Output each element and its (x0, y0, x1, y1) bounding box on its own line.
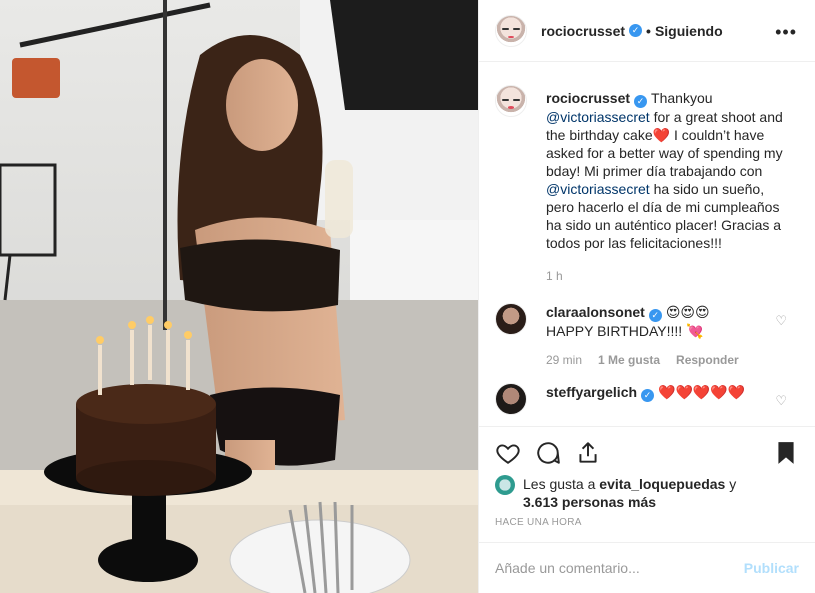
action-bar (479, 426, 815, 482)
instagram-post: rociocrusset ✓ • Siguiendo ••• rociocrus… (0, 0, 815, 593)
comment-username[interactable]: claraalonsonet (546, 304, 645, 320)
comment-item: steffyargelich ✓ ❤️❤️❤️❤️❤️ ♡ (495, 383, 799, 415)
comment-like-heart-icon[interactable]: ♡ (775, 393, 787, 409)
post-photo[interactable] (0, 0, 478, 593)
comment-body: claraalonsonet ✓ 😍😍😍 HAPPY BIRTHDAY!!!! 💘 … (546, 303, 739, 369)
heart-icon[interactable] (495, 440, 521, 466)
publish-button[interactable]: Publicar (744, 560, 799, 576)
mention-link[interactable]: @victoriassecret (546, 181, 650, 197)
mention-link[interactable]: @victoriassecret (546, 109, 650, 125)
verified-badge-icon: ✓ (629, 24, 643, 37)
avatar-eye-left (502, 98, 509, 101)
add-comment-bar: Publicar (479, 542, 815, 593)
comment-icon[interactable] (535, 440, 561, 466)
reply-button[interactable]: Responder (676, 353, 739, 367)
comment-meta: 29 min 1 Me gusta Responder (546, 351, 739, 369)
following-button[interactable]: Siguiendo (655, 23, 723, 39)
comment-username[interactable]: steffyargelich (546, 384, 637, 400)
liker-username[interactable]: evita_loquepuedas (599, 476, 725, 492)
avatar-lips (508, 106, 514, 109)
post-header: rociocrusset ✓ • Siguiendo ••• (479, 0, 815, 62)
share-icon[interactable] (575, 440, 601, 466)
comment-text: HAPPY BIRTHDAY!!!! 💘 (546, 323, 704, 339)
liker-avatar[interactable] (495, 475, 515, 495)
bookmark-icon[interactable] (773, 440, 799, 466)
comment-time: 29 min (546, 353, 583, 367)
likes-text: Les gusta a evita_loquepuedas y 3.613 pe… (523, 475, 736, 511)
comment-emojis: ❤️❤️❤️❤️❤️ (658, 384, 746, 400)
avatar-lips (508, 35, 514, 39)
caption-body: rociocrusset ✓ Thankyou @victoriassecret f… (546, 89, 791, 285)
caption-author-avatar[interactable] (495, 85, 527, 117)
comment-body: steffyargelich ✓ ❤️❤️❤️❤️❤️ (546, 383, 745, 415)
commenter-avatar[interactable] (495, 383, 527, 415)
verified-badge-icon: ✓ (634, 95, 648, 108)
commenter-avatar[interactable] (495, 303, 527, 335)
avatar-eye-right (513, 98, 520, 101)
avatar-eye-right (513, 28, 520, 31)
post-side-panel: rociocrusset ✓ • Siguiendo ••• rociocrus… (478, 0, 815, 593)
birthday-photo-image (0, 0, 478, 593)
author-avatar[interactable] (495, 14, 527, 47)
comment-likes[interactable]: 1 Me gusta (598, 353, 660, 367)
more-options-icon[interactable]: ••• (775, 22, 797, 43)
author-username[interactable]: rociocrusset (541, 23, 625, 39)
likes-joiner: y (725, 476, 737, 492)
likes-prefix: Les gusta a (523, 476, 600, 492)
verified-badge-icon: ✓ (648, 309, 662, 322)
comments-section[interactable]: rociocrusset ✓ Thankyou @victoriassecret f… (479, 63, 815, 426)
caption-time: 1 h (546, 269, 563, 283)
likes-summary: Les gusta a evita_loquepuedas y 3.613 pe… (495, 475, 736, 511)
post-timestamp: HACE UNA HORA (495, 517, 582, 528)
comment-emojis: 😍😍😍 (665, 304, 710, 320)
verified-badge-icon: ✓ (641, 389, 655, 402)
comment-input[interactable] (495, 560, 744, 576)
red-heart-emoji: ❤️ (652, 127, 671, 143)
likes-count[interactable]: 3.613 personas más (523, 494, 656, 510)
caption-row: rociocrusset ✓ Thankyou @victoriassecret f… (495, 85, 799, 285)
caption-part-1: Thankyou (651, 90, 713, 106)
comment-item: claraalonsonet ✓ 😍😍😍 HAPPY BIRTHDAY!!!! 💘 … (495, 303, 799, 369)
avatar-eye-left (502, 28, 509, 31)
caption-username[interactable]: rociocrusset (546, 90, 630, 106)
separator-dot: • (646, 22, 651, 39)
caption-text: rociocrusset ✓ Thankyou @victoriassecret f… (546, 89, 791, 252)
comment-like-heart-icon[interactable]: ♡ (775, 313, 787, 329)
